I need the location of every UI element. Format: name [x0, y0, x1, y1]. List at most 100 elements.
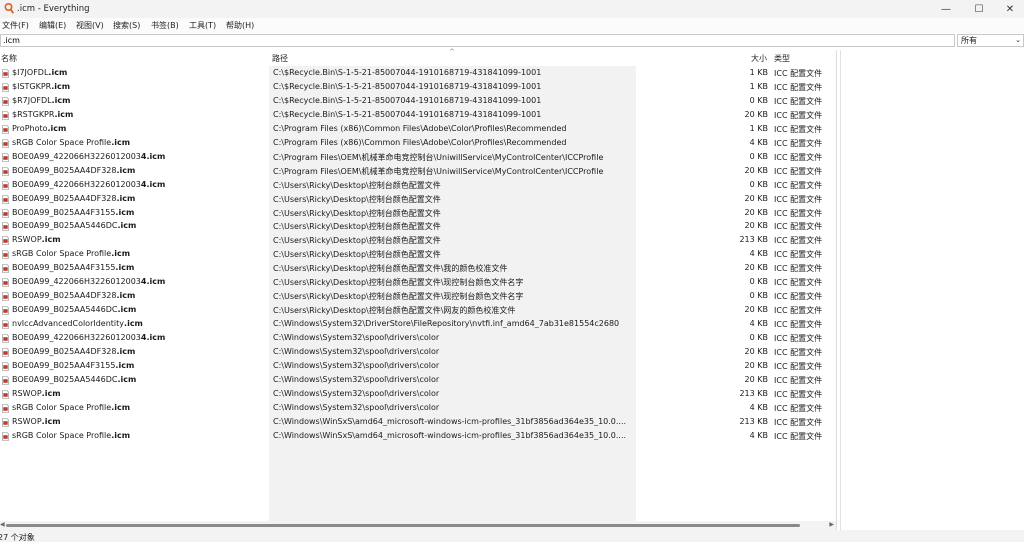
icc-file-icon — [2, 320, 9, 329]
menu-file[interactable]: 文件(F) — [2, 20, 29, 31]
table-row[interactable]: sRGB Color Space Profile.icm C:\Windows\W… — [0, 430, 836, 444]
file-size: 4 KB — [749, 402, 768, 412]
file-name-match: .icm — [116, 291, 136, 301]
pane-divider[interactable] — [840, 50, 841, 530]
file-name-stem: nvIccAdvancedColorIdentity — [12, 319, 125, 329]
table-row[interactable]: BOE0A99_B025AA4DF328.icm C:\Users\Ricky\D… — [0, 193, 836, 207]
table-row[interactable]: BOE0A99_422066H32260120034.icm C:\Users\R… — [0, 276, 836, 290]
scroll-left-icon[interactable]: ◀ — [0, 521, 5, 528]
object-count: 27 个对象 — [0, 533, 35, 542]
file-type: ICC 配置文件 — [774, 152, 823, 162]
file-name: BOE0A99_422066H32260120034.icm — [12, 277, 165, 286]
file-name-stem: ProPhoto — [12, 123, 48, 133]
table-row[interactable]: BOE0A99_422066H32260120034.icm C:\Program… — [0, 151, 836, 165]
file-type: ICC 配置文件 — [774, 278, 823, 288]
file-path: C:\Windows\System32\DriverStore\FileRepo… — [273, 319, 620, 329]
table-row[interactable]: BOE0A99_B025AA4F3155.icm C:\Users\Ricky\D… — [0, 207, 836, 221]
file-name-stem: BOE0A99_B025AA5446DC — [12, 374, 118, 384]
table-row[interactable]: BOE0A99_422066H32260120034.icm C:\Windows… — [0, 332, 836, 346]
file-size: 20 KB — [744, 263, 768, 273]
file-name-stem: BOE0A99_422066H3226012003 — [12, 179, 141, 189]
menu-edit[interactable]: 编辑(E) — [39, 20, 66, 31]
table-row[interactable]: $RSTGKPR.icm C:\$Recycle.Bin\S-1-5-21-850… — [0, 109, 836, 123]
table-row[interactable]: BOE0A99_422066H32260120034.icm C:\Users\R… — [0, 179, 836, 193]
table-row[interactable]: ProPhoto.icm C:\Program Files (x86)\Commo… — [0, 123, 836, 137]
file-name-match: .icm — [41, 388, 61, 398]
file-name: sRGB Color Space Profile.icm — [12, 138, 130, 147]
file-path: C:\$Recycle.Bin\S-1-5-21-85007044-191016… — [273, 109, 542, 119]
file-name-stem: BOE0A99_B025AA4F3155 — [12, 360, 116, 370]
table-row[interactable]: sRGB Color Space Profile.icm C:\Program F… — [0, 137, 836, 151]
table-row[interactable]: RSWOP.icm C:\Windows\System32\spool\drive… — [0, 388, 836, 402]
file-path: C:\$Recycle.Bin\S-1-5-21-85007044-191016… — [273, 81, 542, 91]
menu-help[interactable]: 帮助(H) — [226, 20, 254, 31]
table-row[interactable]: BOE0A99_B025AA4DF328.icm C:\Windows\Syste… — [0, 346, 836, 360]
table-row[interactable]: BOE0A99_B025AA4F3155.icm C:\Users\Ricky\D… — [0, 262, 836, 276]
table-row[interactable]: BOE0A99_B025AA5446DC.icm C:\Users\Ricky\D… — [0, 304, 836, 318]
title-bar: .icm - Everything — ☐ ✕ — [0, 0, 1024, 18]
table-row[interactable]: RSWOP.icm C:\Users\Ricky\Desktop\控制台颜色配置文… — [0, 234, 836, 248]
minimize-button[interactable]: — — [929, 0, 963, 18]
file-type: ICC 配置文件 — [774, 403, 823, 413]
file-path: C:\Users\Ricky\Desktop\控制台颜色配置文件 — [273, 208, 441, 218]
table-row[interactable]: $ISTGKPR.icm C:\$Recycle.Bin\S-1-5-21-850… — [0, 81, 836, 95]
icc-file-icon — [2, 124, 9, 134]
icc-file-icon — [2, 152, 9, 162]
file-type: ICC 配置文件 — [774, 166, 823, 176]
maximize-icon: ☐ — [974, 3, 984, 15]
menu-view[interactable]: 视图(V) — [76, 20, 104, 31]
menu-bookmarks[interactable]: 书签(B) — [151, 20, 179, 31]
search-input[interactable] — [0, 34, 955, 47]
table-row[interactable]: $R7JOFDL.icm C:\$Recycle.Bin\S-1-5-21-850… — [0, 95, 836, 109]
icc-file-icon — [2, 278, 9, 288]
status-bar: 27 个对象 — [0, 530, 1024, 542]
filter-value: 所有 — [961, 36, 977, 45]
menu-tools[interactable]: 工具(T) — [189, 20, 216, 31]
file-type: ICC 配置文件 — [774, 180, 823, 190]
file-name-match: .icm — [124, 319, 143, 329]
horizontal-scrollbar[interactable]: ◀ ▶ — [0, 521, 836, 530]
table-row[interactable]: BOE0A99_B025AA5446DC.icm C:\Windows\Syste… — [0, 374, 836, 388]
scroll-right-icon[interactable]: ▶ — [829, 521, 834, 528]
file-size: 20 KB — [744, 193, 768, 203]
table-row[interactable]: sRGB Color Space Profile.icm C:\Users\Ric… — [0, 248, 836, 262]
file-path: C:\Program Files\OEM\机械革命电竞控制台\UniwillSe… — [273, 152, 604, 162]
file-size: 1 KB — [749, 68, 768, 77]
maximize-button[interactable]: ☐ — [962, 0, 996, 18]
scrollbar-thumb[interactable] — [6, 524, 800, 527]
file-type: ICC 配置文件 — [774, 69, 823, 78]
file-name: BOE0A99_B025AA5446DC.icm — [12, 375, 136, 384]
column-header-path[interactable]: 路径 — [272, 53, 288, 64]
column-header-type[interactable]: 类型 — [774, 53, 790, 64]
file-name-match: 4.icm — [140, 151, 166, 161]
file-name-stem: $RSTGKPR — [12, 109, 55, 119]
menu-search[interactable]: 搜索(S) — [113, 20, 140, 31]
table-row[interactable]: BOE0A99_B025AA5446DC.icm C:\Users\Ricky\D… — [0, 220, 836, 234]
file-name: BOE0A99_B025AA4DF328.icm — [12, 347, 135, 356]
table-row[interactable]: $I7JOFDL.icm C:\$Recycle.Bin\S-1-5-21-850… — [0, 67, 836, 81]
icc-file-icon — [2, 403, 9, 413]
column-header-size[interactable]: 大小 — [751, 53, 767, 64]
window-title: .icm - Everything — [17, 4, 90, 14]
file-name: sRGB Color Space Profile.icm — [12, 249, 130, 258]
table-row[interactable]: RSWOP.icm C:\Windows\WinSxS\amd64_microso… — [0, 416, 836, 430]
table-row[interactable]: nvIccAdvancedColorIdentity.icm C:\Windows… — [0, 318, 836, 332]
table-row[interactable]: BOE0A99_B025AA4F3155.icm C:\Windows\Syste… — [0, 360, 836, 374]
file-type: ICC 配置文件 — [774, 82, 823, 92]
table-row[interactable]: BOE0A99_B025AA4DF328.icm C:\Users\Ricky\D… — [0, 290, 836, 304]
file-size: 0 KB — [749, 151, 768, 161]
file-size: 20 KB — [744, 221, 768, 231]
file-name: BOE0A99_422066H32260120034.icm — [12, 180, 165, 189]
column-header-name[interactable]: 名称 — [1, 53, 17, 64]
file-name-match: .icm — [115, 207, 135, 217]
file-name-match: .icm — [41, 235, 61, 245]
table-row[interactable]: BOE0A99_B025AA4DF328.icm C:\Program Files… — [0, 165, 836, 179]
file-path: C:\Program Files (x86)\Common Files\Adob… — [273, 123, 567, 133]
file-path: C:\Windows\System32\spool\drivers\color — [273, 347, 440, 356]
file-name: BOE0A99_B025AA4F3155.icm — [12, 208, 134, 217]
file-name-match: .icm — [51, 95, 71, 105]
filter-dropdown[interactable]: 所有 ⌄ — [957, 34, 1024, 47]
icc-file-icon — [2, 138, 9, 148]
table-row[interactable]: sRGB Color Space Profile.icm C:\Windows\S… — [0, 402, 836, 416]
close-button[interactable]: ✕ — [993, 0, 1024, 18]
